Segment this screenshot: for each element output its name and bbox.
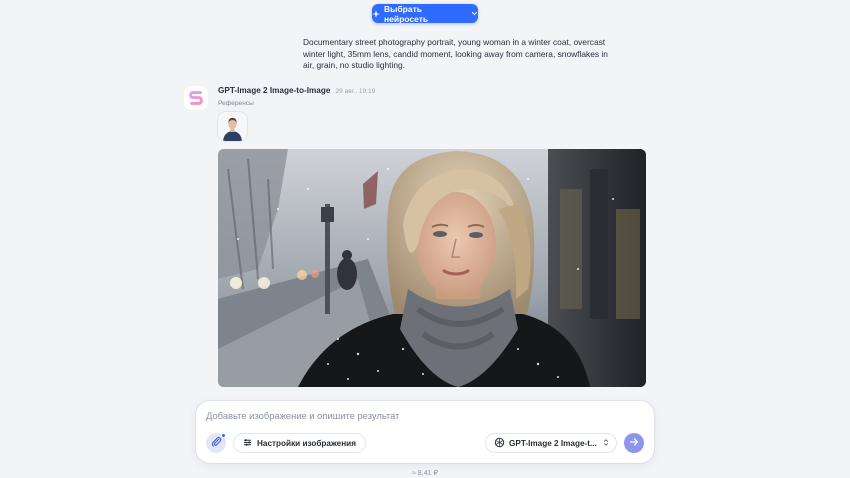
generated-image[interactable] [218, 149, 646, 387]
price-estimate: ≈ 8,41 ₽ [412, 470, 438, 477]
sparkle-icon [372, 9, 380, 18]
selected-model-label: GPT-Image 2 Image-t... [509, 438, 597, 448]
attach-indicator-dot [221, 433, 226, 438]
select-model-label: Выбрать нейросеть [384, 3, 429, 24]
app-logo-icon [184, 86, 208, 110]
chevron-updown-icon [602, 438, 610, 449]
references-label: Референсы [218, 100, 254, 107]
message-timestamp: 29 авг., 19:19 [335, 88, 376, 95]
attach-button[interactable] [206, 433, 226, 453]
prompt-input[interactable] [206, 410, 636, 421]
chevron-down-icon [471, 10, 478, 17]
model-select[interactable]: GPT-Image 2 Image-t... [485, 433, 617, 453]
paperclip-icon [211, 434, 222, 452]
composer: Настройки изображения GPT-Image 2 Image-… [196, 401, 654, 463]
send-button[interactable] [624, 433, 644, 453]
openai-icon [494, 437, 505, 450]
sliders-icon [243, 438, 252, 449]
arrow-right-icon [629, 434, 639, 452]
reference-thumbnail[interactable] [218, 112, 247, 141]
image-settings-label: Настройки изображения [257, 438, 356, 448]
select-model-button[interactable]: Выбрать нейросеть [372, 3, 478, 24]
model-name: GPT-Image 2 Image-to-Image [218, 86, 331, 95]
image-settings-button[interactable]: Настройки изображения [233, 433, 366, 453]
message-header: GPT-Image 2 Image-to-Image 29 авг., 19:1… [218, 86, 375, 95]
user-prompt-text: Documentary street photography portrait,… [303, 37, 608, 71]
